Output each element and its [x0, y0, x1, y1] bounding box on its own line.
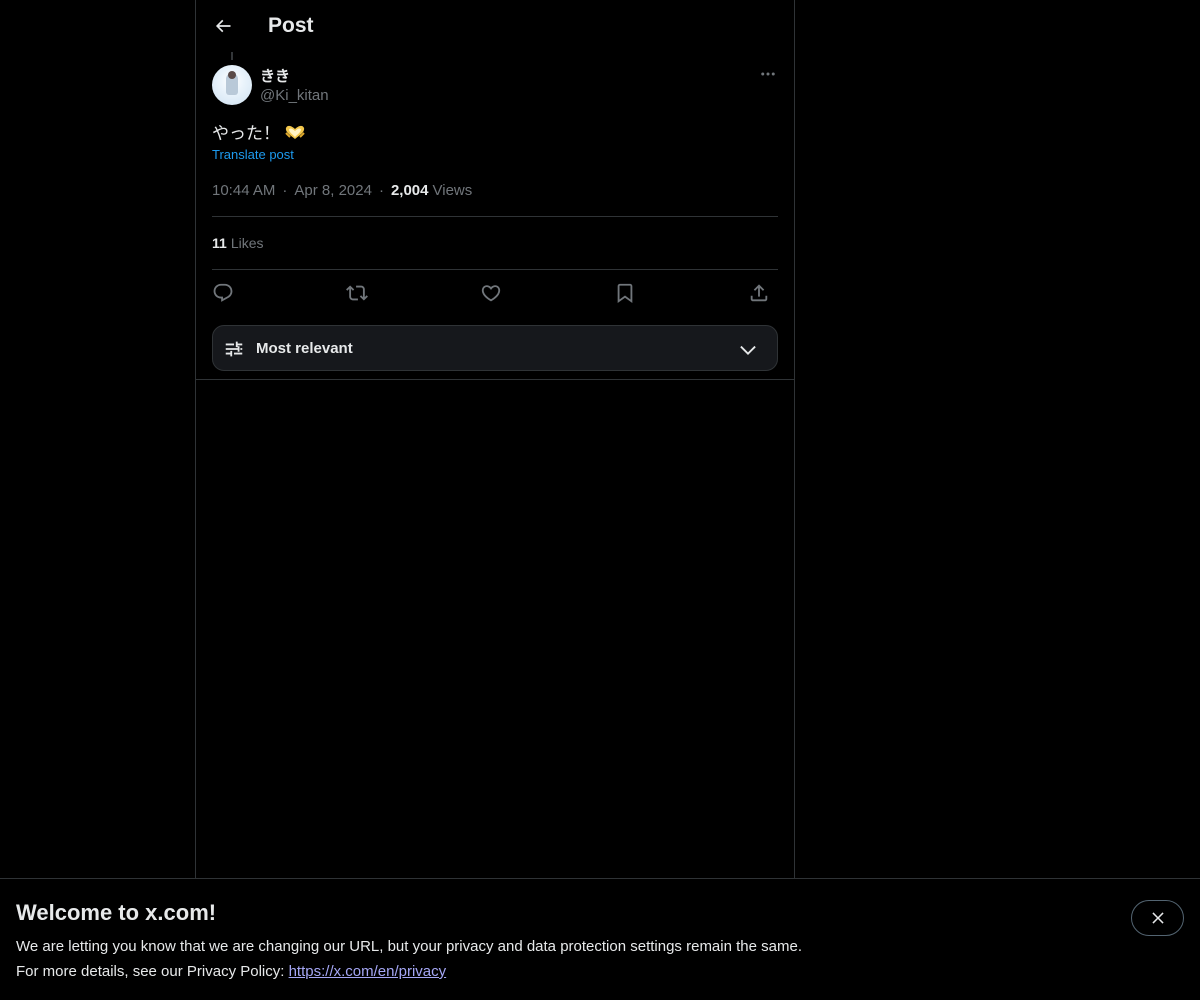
sliders-icon: [225, 341, 243, 357]
divider: [212, 216, 778, 217]
action-bar: [212, 280, 778, 306]
share-icon: [750, 284, 768, 302]
post-meta: 10:44 AM · Apr 8, 2024 · 2,004 Views: [212, 182, 472, 199]
sort-label: Most relevant: [256, 340, 353, 357]
thread-connector: [231, 52, 233, 60]
reply-button[interactable]: [210, 280, 236, 306]
bookmark-icon: [617, 283, 633, 304]
banner-privacy-line: For more details, see our Privacy Policy…: [16, 963, 446, 980]
main-column: Post きき @Ki_kitan やった！ Translate post 10…: [195, 0, 795, 880]
post-header: Post: [196, 0, 794, 53]
meta-separator: ·: [378, 182, 384, 199]
likes-link[interactable]: 11 Likes: [212, 235, 264, 251]
like-icon: [481, 285, 501, 302]
post-text: やった！: [212, 119, 306, 144]
arrow-left-icon: [215, 19, 231, 33]
translate-post-link[interactable]: Translate post: [212, 147, 294, 162]
page-title: Post: [268, 14, 314, 37]
divider: [212, 269, 778, 270]
more-options-button[interactable]: [756, 62, 780, 86]
post-date[interactable]: Apr 8, 2024: [294, 182, 372, 199]
banner-message: We are letting you know that we are chan…: [16, 938, 802, 955]
chevron-down-icon: [740, 345, 756, 355]
likes-label: Likes: [230, 235, 264, 251]
reply-icon: [213, 283, 233, 302]
display-name[interactable]: きき: [260, 65, 290, 86]
avatar[interactable]: [212, 65, 252, 105]
post-text-content: やった！: [212, 124, 280, 143]
like-button[interactable]: [478, 280, 504, 306]
privacy-policy-link[interactable]: https://x.com/en/privacy: [289, 963, 447, 980]
close-icon: [1151, 912, 1164, 924]
views-label: Views: [432, 182, 473, 199]
back-button[interactable]: [206, 9, 240, 43]
post-time[interactable]: 10:44 AM: [212, 182, 275, 199]
meta-separator: ·: [282, 182, 288, 199]
sort-replies-dropdown[interactable]: Most relevant: [212, 325, 778, 371]
welcome-banner: Welcome to x.com! We are letting you kno…: [0, 878, 1200, 1000]
share-button[interactable]: [746, 280, 772, 306]
repost-button[interactable]: [344, 280, 370, 306]
heart-hands-icon: [284, 124, 306, 140]
banner-privacy-prefix: For more details, see our Privacy Policy…: [16, 963, 289, 980]
user-handle[interactable]: @Ki_kitan: [260, 87, 329, 104]
likes-count: 11: [212, 235, 227, 251]
divider: [196, 379, 794, 380]
more-dots-icon: [761, 72, 775, 76]
repost-icon: [346, 285, 368, 301]
views-count: 2,004: [390, 182, 429, 199]
banner-title: Welcome to x.com!: [16, 900, 217, 925]
close-banner-button[interactable]: [1131, 900, 1184, 936]
bookmark-button[interactable]: [612, 280, 638, 306]
